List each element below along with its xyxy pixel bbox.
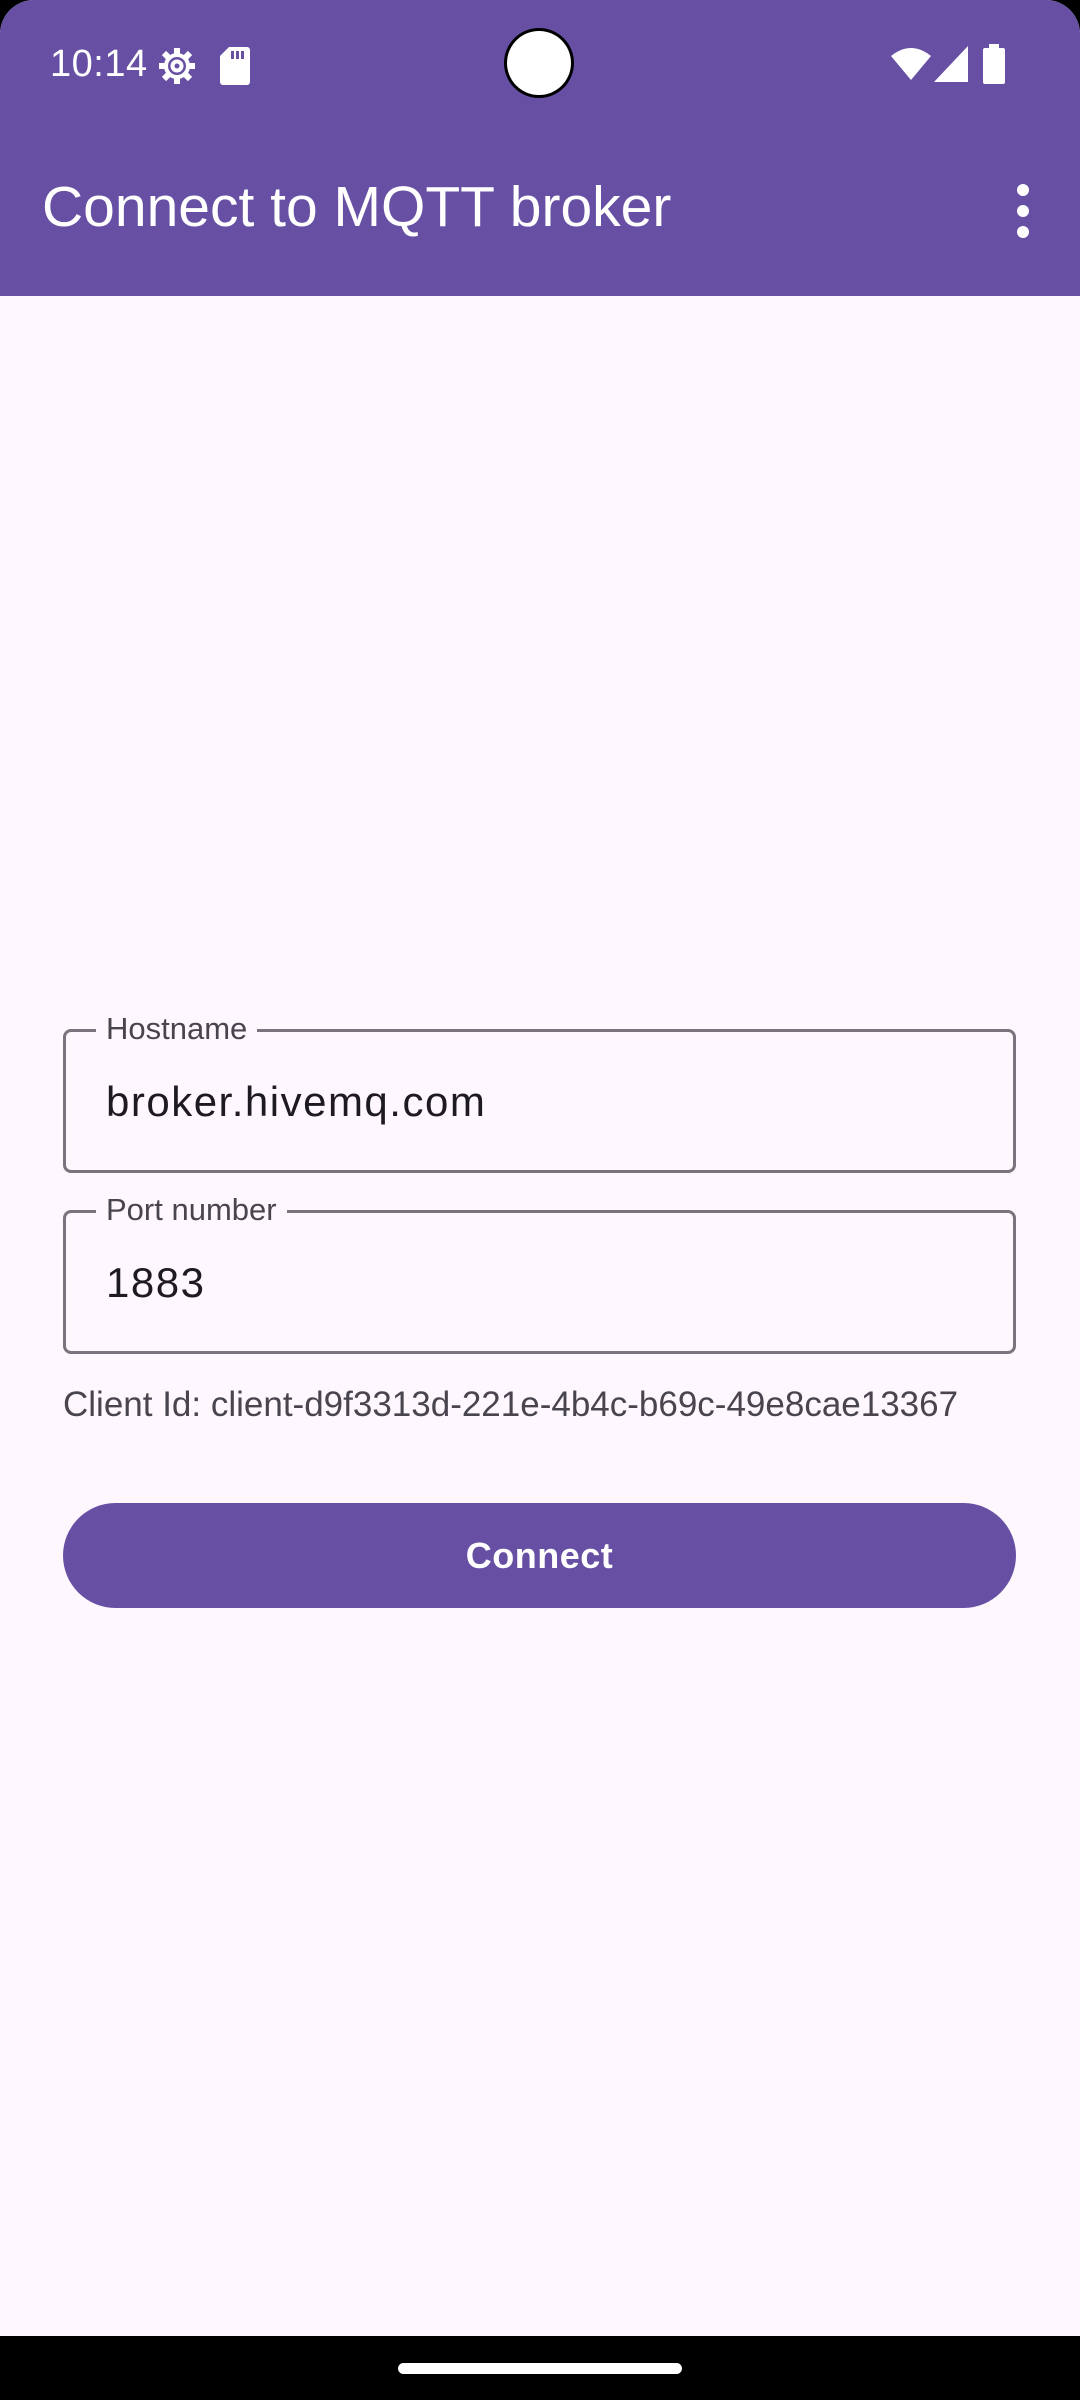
more-vert-icon[interactable] [990,178,1056,244]
page-title: Connect to MQTT broker [42,175,672,239]
port-number-input[interactable]: 1883 [106,1257,205,1309]
camera-cutout [507,31,571,95]
cellular-signal-icon [934,46,968,82]
battery-icon [983,44,1005,84]
client-id-text: Client Id: client-d9f3313d-221e-4b4c-b69… [63,1385,959,1424]
home-gesture-handle[interactable] [398,2363,682,2374]
wifi-icon [891,48,931,80]
sd-card-icon [220,47,250,85]
hostname-field[interactable]: Hostname broker.hivemq.com [63,1010,1016,1173]
top-app-bar: Connect to MQTT broker [0,130,1080,296]
app-screen: 10:14 Connect to MQTT broker Hostname br… [0,0,1080,2400]
status-bar: 10:14 [0,0,1080,130]
port-number-field[interactable]: Port number 1883 [63,1191,1016,1354]
connect-button-label: Connect [465,1534,614,1576]
hostname-label: Hostname [96,1010,258,1048]
port-number-label: Port number [96,1191,287,1229]
settings-gear-icon [159,48,195,84]
connect-button[interactable]: Connect [63,1503,1016,1608]
hostname-input[interactable]: broker.hivemq.com [106,1076,486,1128]
navigation-bar [0,2336,1080,2400]
status-time: 10:14 [50,43,148,85]
